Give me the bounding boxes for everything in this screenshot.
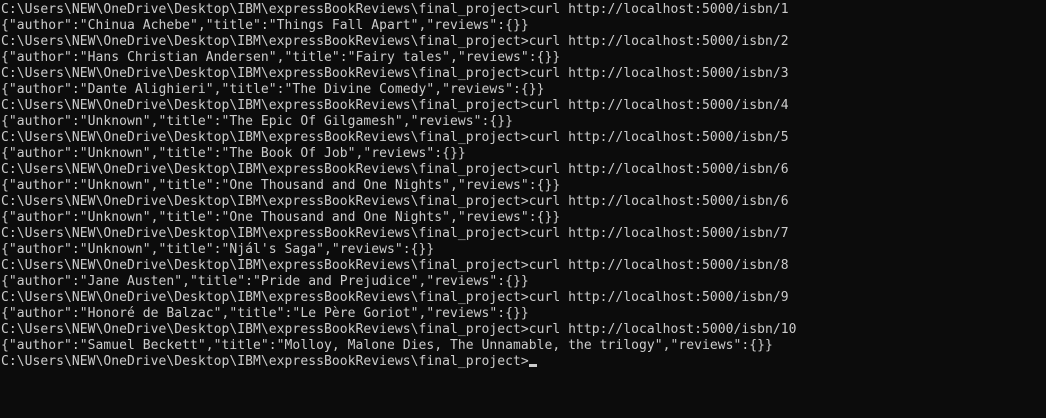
command-output: {"author":"Unknown","title":"One Thousan…	[1, 178, 561, 193]
command-line: C:\Users\NEW\OneDrive\Desktop\IBM\expres…	[0, 322, 1046, 338]
command-output: {"author":"Unknown","title":"Njál's Saga…	[1, 242, 435, 257]
prompt-path: C:\Users\NEW\OneDrive\Desktop\IBM\expres…	[1, 258, 529, 273]
command-line: C:\Users\NEW\OneDrive\Desktop\IBM\expres…	[0, 258, 1046, 274]
command-line: C:\Users\NEW\OneDrive\Desktop\IBM\expres…	[0, 34, 1046, 50]
text-cursor	[528, 364, 537, 367]
command-text: curl http://localhost:5000/isbn/2	[528, 34, 789, 49]
terminal-window[interactable]: C:\Users\NEW\OneDrive\Desktop\IBM\expres…	[0, 0, 1046, 418]
command-output: {"author":"Unknown","title":"One Thousan…	[1, 210, 561, 225]
prompt-path: C:\Users\NEW\OneDrive\Desktop\IBM\expres…	[1, 354, 529, 369]
prompt-path: C:\Users\NEW\OneDrive\Desktop\IBM\expres…	[1, 66, 529, 81]
prompt-path: C:\Users\NEW\OneDrive\Desktop\IBM\expres…	[1, 98, 529, 113]
command-line: C:\Users\NEW\OneDrive\Desktop\IBM\expres…	[0, 66, 1046, 82]
command-line: C:\Users\NEW\OneDrive\Desktop\IBM\expres…	[0, 290, 1046, 306]
command-line: C:\Users\NEW\OneDrive\Desktop\IBM\expres…	[0, 2, 1046, 18]
command-output: {"author":"Dante Alighieri","title":"The…	[1, 82, 545, 97]
command-line: C:\Users\NEW\OneDrive\Desktop\IBM\expres…	[0, 194, 1046, 210]
command-text: curl http://localhost:5000/isbn/9	[528, 290, 789, 305]
command-output: {"author":"Jane Austen","title":"Pride a…	[1, 274, 529, 289]
command-output: {"author":"Unknown","title":"The Epic Of…	[1, 114, 513, 129]
prompt-path: C:\Users\NEW\OneDrive\Desktop\IBM\expres…	[1, 162, 529, 177]
command-text: curl http://localhost:5000/isbn/4	[528, 98, 789, 113]
command-line: C:\Users\NEW\OneDrive\Desktop\IBM\expres…	[0, 226, 1046, 242]
command-line: C:\Users\NEW\OneDrive\Desktop\IBM\expres…	[0, 162, 1046, 178]
command-output: {"author":"Samuel Beckett","title":"Moll…	[1, 338, 773, 353]
prompt-path: C:\Users\NEW\OneDrive\Desktop\IBM\expres…	[1, 322, 529, 337]
command-text: curl http://localhost:5000/isbn/6	[528, 162, 789, 177]
command-text: curl http://localhost:5000/isbn/6	[528, 194, 789, 209]
command-text: curl http://localhost:5000/isbn/8	[528, 258, 789, 273]
prompt-path: C:\Users\NEW\OneDrive\Desktop\IBM\expres…	[1, 194, 529, 209]
command-text: curl http://localhost:5000/isbn/10	[528, 322, 797, 337]
command-line: C:\Users\NEW\OneDrive\Desktop\IBM\expres…	[0, 98, 1046, 114]
command-output: {"author":"Honoré de Balzac","title":"Le…	[1, 306, 529, 321]
prompt-path: C:\Users\NEW\OneDrive\Desktop\IBM\expres…	[1, 2, 529, 17]
command-text: curl http://localhost:5000/isbn/5	[528, 130, 789, 145]
command-line: C:\Users\NEW\OneDrive\Desktop\IBM\expres…	[0, 130, 1046, 146]
active-prompt-line[interactable]: C:\Users\NEW\OneDrive\Desktop\IBM\expres…	[0, 354, 1046, 370]
prompt-path: C:\Users\NEW\OneDrive\Desktop\IBM\expres…	[1, 226, 529, 241]
command-text: curl http://localhost:5000/isbn/3	[528, 66, 789, 81]
terminal-history: C:\Users\NEW\OneDrive\Desktop\IBM\expres…	[0, 2, 1046, 354]
command-output: {"author":"Chinua Achebe","title":"Thing…	[1, 18, 529, 33]
prompt-path: C:\Users\NEW\OneDrive\Desktop\IBM\expres…	[1, 34, 529, 49]
command-output: {"author":"Hans Christian Andersen","tit…	[1, 50, 561, 65]
prompt-path: C:\Users\NEW\OneDrive\Desktop\IBM\expres…	[1, 130, 529, 145]
prompt-path: C:\Users\NEW\OneDrive\Desktop\IBM\expres…	[1, 290, 529, 305]
command-text: curl http://localhost:5000/isbn/7	[528, 226, 789, 241]
command-output: {"author":"Unknown","title":"The Book Of…	[1, 146, 466, 161]
command-text: curl http://localhost:5000/isbn/1	[528, 2, 789, 17]
